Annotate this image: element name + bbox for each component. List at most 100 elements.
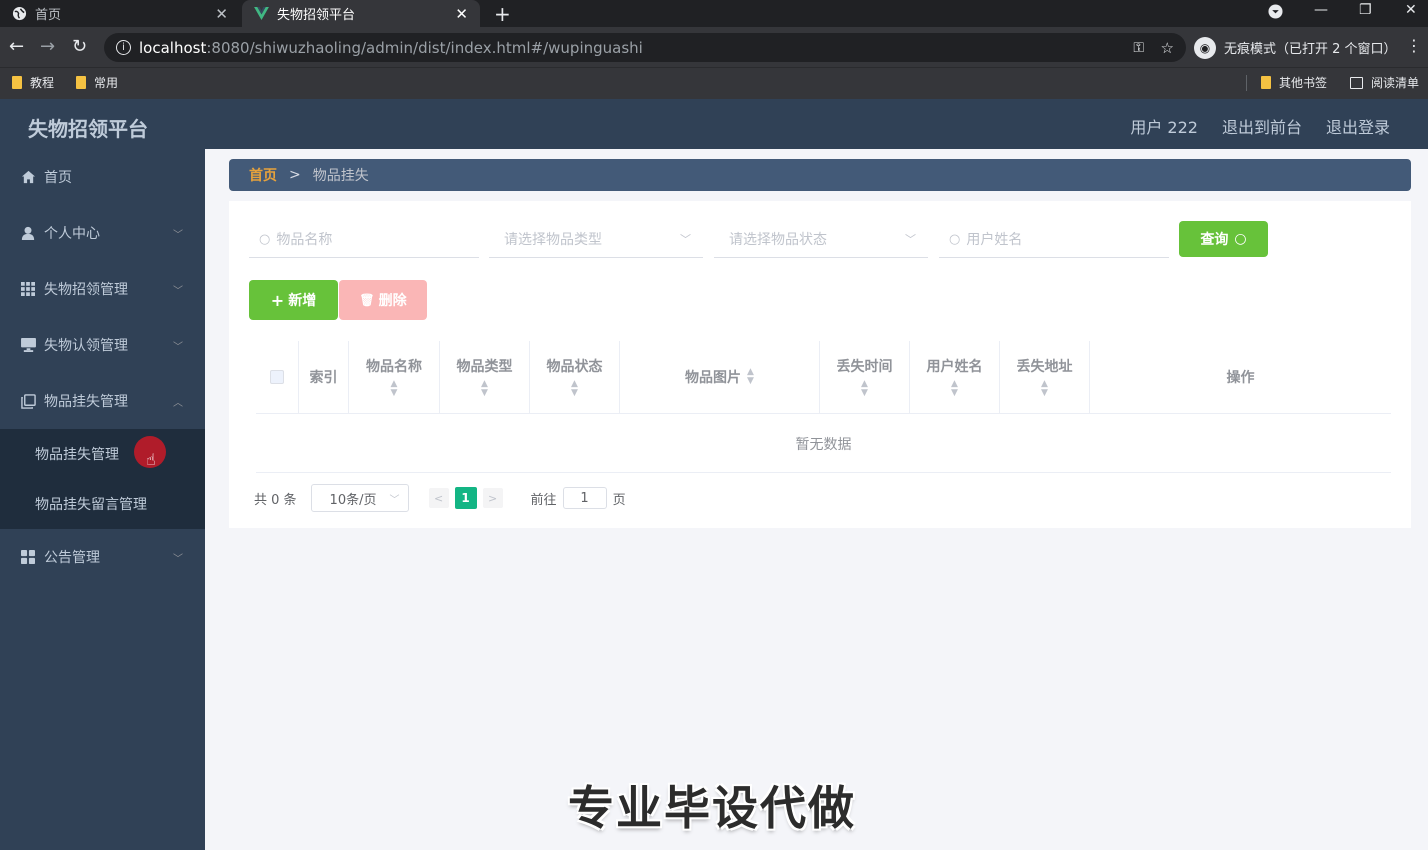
item-name-input[interactable]: ○ 物品名称 [249, 221, 479, 258]
search-icon: ○ [949, 231, 961, 247]
bookmark-label: 阅读清单 [1371, 76, 1420, 90]
home-icon [20, 169, 36, 185]
new-tab-icon[interactable]: + [494, 2, 511, 26]
query-button[interactable]: 查询 ○ [1179, 221, 1268, 257]
sidebar-item-home[interactable]: 首页 [0, 149, 205, 205]
delete-label: 删除 [378, 293, 407, 309]
breadcrumb-current: 物品挂失 [312, 168, 369, 184]
bookmark-label: 教程 [30, 76, 55, 90]
user-icon [20, 225, 36, 241]
query-label: 查询 [1200, 232, 1229, 248]
prev-page-button[interactable]: < [428, 488, 449, 508]
sidebar-item-label: 物品挂失管理 [44, 394, 128, 410]
column-header-address[interactable]: 丢失地址 ▲ ▼ [1000, 341, 1090, 413]
url-host: localhost [139, 38, 207, 57]
profile-menu-icon[interactable] [1268, 4, 1283, 23]
bookmark-folder[interactable]: 常用 [76, 74, 118, 91]
column-header-lost-time[interactable]: 丢失时间 ▲ ▼ [820, 341, 910, 413]
close-window-icon[interactable]: ✕ [1405, 2, 1417, 18]
add-label: 新增 [288, 293, 317, 309]
chevron-down-icon: ﹀ [173, 229, 183, 241]
sidebar-item-claims[interactable]: 失物认领管理 ﹀ [0, 317, 205, 373]
logout-link[interactable]: 退出登录 [1326, 114, 1390, 138]
column-header-status[interactable]: 物品状态 ▲ ▼ [530, 341, 620, 413]
app-header: 失物招领平台 用户 222 退出到前台 退出登录 [0, 99, 1428, 149]
sidebar-item-label: 首页 [44, 170, 72, 186]
next-page-button[interactable]: > [482, 488, 503, 508]
info-icon[interactable]: i [116, 40, 131, 55]
column-header-label: 物品类型 [456, 359, 513, 375]
grid-icon [20, 281, 36, 297]
item-status-select[interactable]: 请选择物品状态 ﹀ [714, 221, 928, 258]
search-icon: ○ [259, 231, 271, 247]
key-icon[interactable]: ⚿ [1133, 40, 1144, 56]
monitor-icon [20, 337, 36, 353]
sidebar-subitem-loss-messages[interactable]: 物品挂失留言管理 [0, 479, 205, 529]
sort-icon[interactable]: ▲ ▼ [951, 380, 958, 398]
bookmark-folder[interactable]: 其他书签 [1246, 74, 1327, 91]
bookmark-label: 其他书签 [1279, 76, 1328, 90]
bookmark-folder[interactable]: 教程 [12, 74, 54, 91]
column-header-label: 用户姓名 [926, 359, 983, 375]
chevron-down-icon: ﹀ [905, 233, 916, 246]
incognito-indicator[interactable]: ◉ 无痕模式（已打开 2 个窗口） [1194, 33, 1397, 62]
sidebar-item-lost-found[interactable]: 失物招领管理 ﹀ [0, 261, 205, 317]
globe-icon [12, 6, 27, 21]
column-header-image[interactable]: 物品图片 ▲ ▼ [620, 341, 820, 413]
delete-button[interactable]: 🗑 删除 [339, 280, 427, 320]
column-header-index: 索引 [299, 341, 349, 413]
sort-icon[interactable]: ▲ ▼ [747, 368, 754, 386]
sort-icon[interactable]: ▲ ▼ [1041, 380, 1048, 398]
restore-icon[interactable]: ❐ [1359, 2, 1372, 18]
back-icon[interactable]: ← [9, 36, 24, 57]
close-icon[interactable]: ✕ [455, 5, 468, 23]
reading-list[interactable]: 阅读清单 [1350, 74, 1419, 91]
column-header-label: 丢失时间 [836, 359, 893, 375]
minimize-icon[interactable]: — [1314, 2, 1328, 18]
breadcrumb-home[interactable]: 首页 [249, 165, 277, 185]
sidebar-item-label: 失物招领管理 [44, 282, 128, 298]
add-button[interactable]: + 新增 [249, 280, 338, 320]
column-header-type[interactable]: 物品类型 ▲ ▼ [440, 341, 530, 413]
forward-icon[interactable]: → [40, 36, 55, 57]
sort-icon[interactable]: ▲ ▼ [481, 380, 488, 398]
select-all-checkbox[interactable] [270, 370, 284, 384]
sidebar-subitem-label: 物品挂失留言管理 [35, 497, 147, 513]
sort-icon[interactable]: ▲ ▼ [571, 380, 578, 398]
select-all-header [256, 341, 299, 413]
close-icon[interactable]: ✕ [215, 5, 228, 23]
item-type-placeholder: 请选择物品类型 [504, 232, 602, 248]
hand-cursor-icon: ☝ [146, 450, 156, 469]
plus-icon: + [270, 290, 285, 310]
sidebar-item-label: 失物认领管理 [44, 338, 128, 354]
page-size-select[interactable]: 10条/页 ﹀ [310, 484, 409, 512]
browser-tab-home[interactable]: 首页 ✕ [0, 0, 240, 27]
breadcrumb-separator: > [289, 167, 301, 183]
divider [1246, 74, 1247, 91]
column-header-user[interactable]: 用户姓名 ▲ ▼ [910, 341, 1000, 413]
menu-icon[interactable]: ⋮ [1406, 36, 1422, 55]
column-header-actions: 操作 [1090, 341, 1391, 413]
reload-icon[interactable]: ↻ [72, 36, 87, 57]
item-type-select[interactable]: 请选择物品类型 ﹀ [489, 221, 703, 258]
browser-tab-label: 首页 [35, 8, 62, 23]
sidebar-item-profile[interactable]: 个人中心 ﹀ [0, 205, 205, 261]
page-number-active[interactable]: 1 [454, 487, 477, 509]
chevron-down-icon: ﹀ [173, 341, 183, 353]
sidebar-item-notices[interactable]: 公告管理 ﹀ [0, 529, 205, 585]
sort-icon[interactable]: ▲ ▼ [391, 380, 398, 398]
star-icon[interactable]: ☆ [1161, 39, 1174, 57]
sidebar-item-loss-report[interactable]: 物品挂失管理 ︿ [0, 373, 205, 429]
sidebar-subitem-loss-report[interactable]: 物品挂失管理 [0, 429, 205, 479]
browser-tab-active[interactable]: 失物招领平台 ✕ [242, 0, 480, 27]
exit-to-front-link[interactable]: 退出到前台 [1222, 114, 1302, 138]
column-header-name[interactable]: 物品名称 ▲ ▼ [349, 341, 440, 413]
search-icon: ○ [1234, 231, 1247, 247]
address-bar[interactable]: i localhost:8080/shiwuzhaoling/admin/dis… [104, 33, 1186, 62]
column-header-label: 物品名称 [366, 359, 422, 375]
vue-icon [254, 6, 269, 21]
user-name-input[interactable]: ○ 用户姓名 [939, 221, 1169, 258]
sort-icon[interactable]: ▲ ▼ [861, 380, 868, 398]
goto-page-input[interactable]: 1 [562, 487, 607, 509]
folder-icon [12, 76, 22, 89]
